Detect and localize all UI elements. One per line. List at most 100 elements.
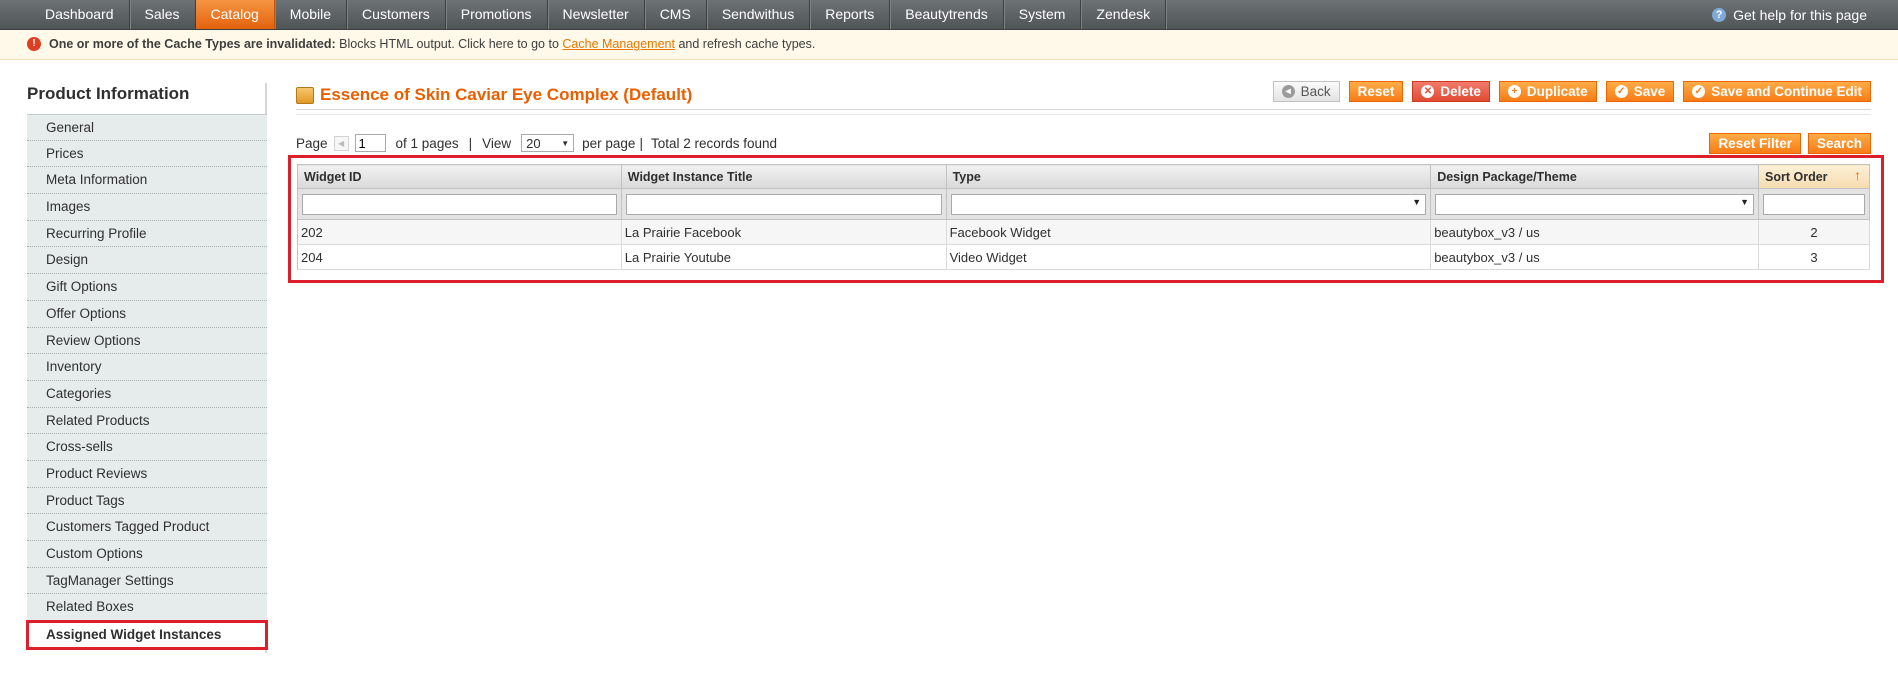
notice-message: One or more of the Cache Types are inval… [49,30,815,59]
filter-widget-id-input[interactable] [302,193,617,215]
cell-type: Video Widget [946,244,1432,270]
view-label: View [482,135,512,151]
cell-widget-id: 202 [297,219,622,245]
pager-separator: | [639,135,643,151]
product-tabs: General Prices Meta Information Images R… [26,114,268,651]
sidebar-item-related-products[interactable]: Related Products [27,407,267,435]
column-header-widget-instance-title[interactable]: Widget Instance Title [621,164,947,189]
sidebar-item-general[interactable]: General [27,114,267,141]
save-and-continue-button[interactable]: ✓ Save and Continue Edit [1683,81,1871,102]
nav-item-zendesk[interactable]: Zendesk [1081,0,1167,29]
check-icon: ✓ [1692,85,1706,98]
save-and-continue-label: Save and Continue Edit [1711,83,1862,99]
back-button-label: Back [1300,83,1331,99]
help-link[interactable]: ? Get help for this page [1712,0,1867,29]
nav-item-mobile[interactable]: Mobile [275,0,348,29]
sidebar-item-images[interactable]: Images [27,194,267,221]
reset-button-label: Reset [1357,83,1395,99]
filter-theme-select[interactable] [1435,193,1755,215]
nav-item-sales[interactable]: Sales [130,0,196,29]
filter-title-input[interactable] [625,193,942,215]
notice-after-text: and refresh cache types. [678,37,816,51]
save-button-label: Save [1633,83,1666,99]
sort-ascending-icon: ↑ [1854,167,1861,183]
nav-item-newsletter[interactable]: Newsletter [548,0,645,29]
sidebar-item-review-options[interactable]: Review Options [27,327,267,355]
cell-type: Facebook Widget [946,219,1432,245]
back-button[interactable]: ◂ Back [1272,81,1340,102]
nav-item-catalog[interactable]: Catalog [195,0,275,29]
sidebar-item-tagmanager-settings[interactable]: TagManager Settings [27,567,267,595]
sidebar-item-meta-information[interactable]: Meta Information [27,167,267,195]
sidebar-item-prices[interactable]: Prices [27,140,267,168]
per-page-select[interactable]: 20 [521,134,575,152]
duplicate-button[interactable]: + Duplicate [1498,81,1597,102]
sidebar-item-custom-options[interactable]: Custom Options [27,541,267,568]
total-records: Total 2 records found [650,135,778,151]
reset-filter-button[interactable]: Reset Filter [1709,133,1801,154]
cell-widget-title: La Prairie Facebook [621,219,947,245]
column-header-widget-id[interactable]: Widget ID [297,164,622,189]
cache-management-link[interactable]: Cache Management [562,37,675,51]
back-arrow-icon: ◂ [1281,85,1295,98]
nav-item-sendwithus[interactable]: Sendwithus [707,0,811,29]
header-actions: ◂ Back Reset ✕ Delete + Duplicate ✓ Save… [1272,81,1871,102]
cell-sort-order: 2 [1758,219,1870,245]
sidebar-item-categories[interactable]: Categories [27,380,267,408]
prev-page-icon[interactable]: ◀ [333,135,349,151]
nav-item-promotions[interactable]: Promotions [446,0,548,29]
nav-item-cms[interactable]: CMS [645,0,707,29]
nav-item-dashboard[interactable]: Dashboard [30,0,130,29]
sidebar-title: Product Information [27,84,190,103]
help-icon: ? [1712,7,1727,22]
sidebar-item-related-boxes[interactable]: Related Boxes [27,594,267,622]
delete-icon: ✕ [1421,85,1435,98]
grid-pager: Page ◀ of 1 pages | View 20 per page | T… [296,132,777,154]
page-label: Page [296,135,328,151]
check-icon: ✓ [1614,85,1628,98]
cell-widget-id: 204 [297,244,622,270]
cell-theme: beautybox_v3 / us [1430,244,1760,270]
help-label: Get help for this page [1733,6,1867,23]
sidebar-item-product-reviews[interactable]: Product Reviews [27,460,267,488]
duplicate-button-label: Duplicate [1526,83,1588,99]
nav-item-reports[interactable]: Reports [810,0,891,29]
sidebar-item-cross-sells[interactable]: Cross-sells [27,434,267,461]
filter-sort-order-input[interactable] [1763,193,1865,215]
sort-order-label: Sort Order [1765,169,1828,184]
sidebar-item-inventory[interactable]: Inventory [27,354,267,381]
grid-header-row: Widget ID Widget Instance Title Type Des… [297,164,1870,189]
column-header-sort-order[interactable]: Sort Order ↑ [1758,164,1870,189]
delete-button[interactable]: ✕ Delete [1412,81,1490,102]
sidebar-item-gift-options[interactable]: Gift Options [27,274,267,301]
nav-item-customers[interactable]: Customers [347,0,446,29]
sidebar-item-design[interactable]: Design [27,247,267,275]
product-box-icon [296,87,314,104]
save-button[interactable]: ✓ Save [1605,81,1675,102]
notice-bold-text: One or more of the Cache Types are inval… [49,37,336,51]
cell-widget-title: La Prairie Youtube [621,244,947,270]
sidebar-item-product-tags[interactable]: Product Tags [27,487,267,515]
page-number-input[interactable] [354,134,386,152]
per-page-label: per page [582,135,636,151]
reset-button[interactable]: Reset [1348,81,1404,102]
page-count-text: of 1 pages [395,135,459,151]
table-row[interactable]: 202 La Prairie Facebook Facebook Widget … [297,219,1870,245]
sidebar-item-assigned-widget-instances[interactable]: Assigned Widget Instances [26,620,268,651]
search-button[interactable]: Search [1807,133,1871,154]
column-header-design-package-theme[interactable]: Design Package/Theme [1430,164,1760,189]
cache-notice: ! One or more of the Cache Types are inv… [0,30,1898,60]
error-icon: ! [27,37,41,51]
filter-type-select[interactable] [950,193,1427,215]
column-header-type[interactable]: Type [946,164,1432,189]
sidebar-item-offer-options[interactable]: Offer Options [27,300,267,328]
sidebar-item-recurring-profile[interactable]: Recurring Profile [27,220,267,248]
page-title: Essence of Skin Caviar Eye Complex (Defa… [320,85,693,104]
sidebar-item-customers-tagged-product[interactable]: Customers Tagged Product [27,514,267,541]
nav-item-system[interactable]: System [1004,0,1082,29]
nav-item-beautytrends[interactable]: Beautytrends [890,0,1004,29]
table-row[interactable]: 204 La Prairie Youtube Video Widget beau… [297,244,1870,270]
delete-button-label: Delete [1440,83,1481,99]
notice-text: Blocks HTML output. Click here to go to [339,37,559,51]
top-navigation: Dashboard Sales Catalog Mobile Customers… [0,0,1898,30]
